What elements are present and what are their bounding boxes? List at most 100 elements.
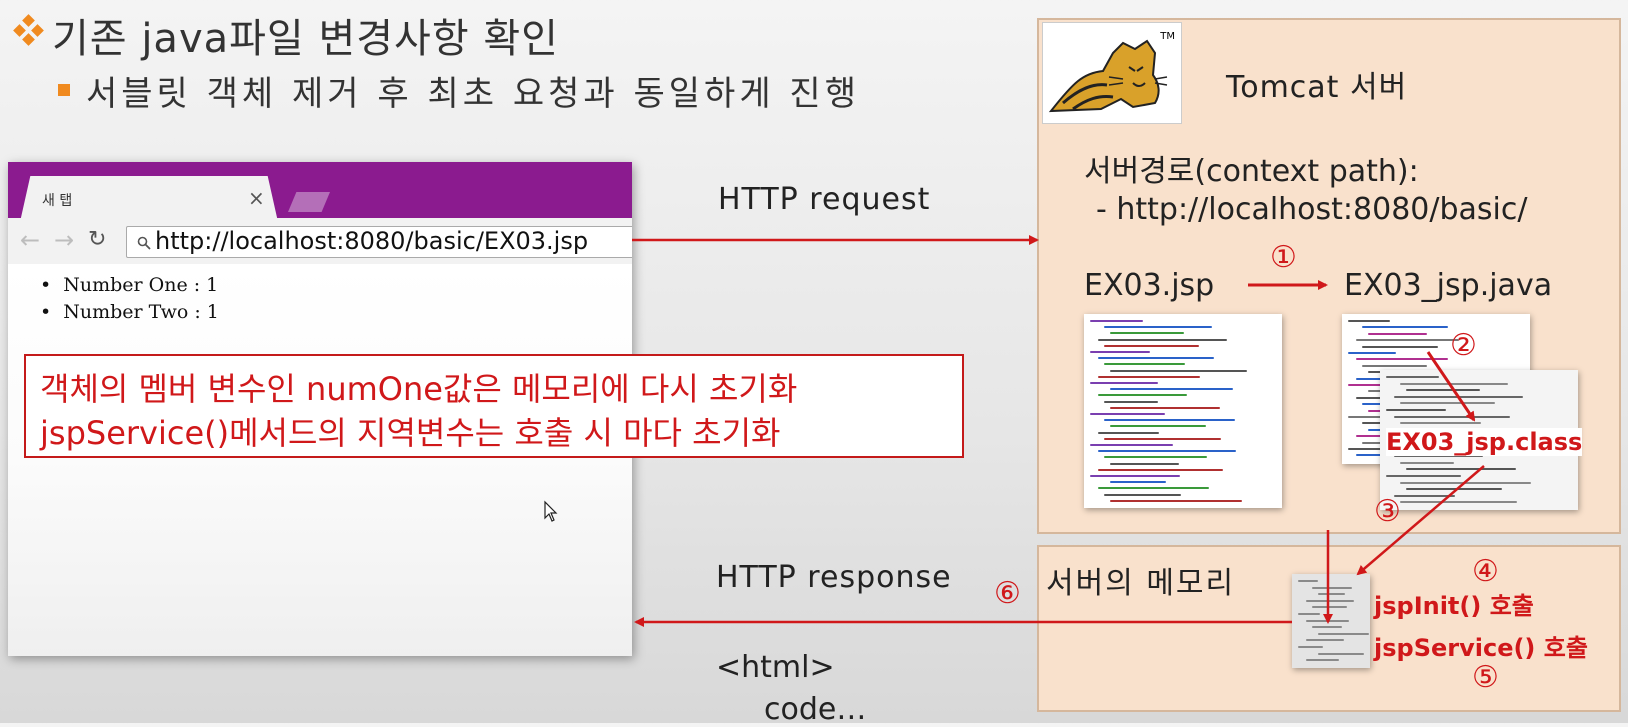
code-line bbox=[1318, 593, 1345, 596]
code-line bbox=[1110, 406, 1220, 409]
code-line bbox=[1348, 320, 1390, 322]
code-line bbox=[1318, 652, 1364, 655]
tab-label: 새 탭 bbox=[42, 193, 73, 209]
diamond-bullet-icon bbox=[13, 14, 44, 46]
code-line bbox=[1298, 580, 1318, 582]
code-line bbox=[1318, 632, 1369, 635]
code-line bbox=[1362, 326, 1448, 329]
code-line bbox=[1400, 402, 1495, 405]
square-bullet-icon bbox=[58, 84, 70, 96]
step-6: ⑥ bbox=[994, 576, 1021, 611]
code-line bbox=[1090, 413, 1165, 415]
code-line bbox=[1298, 613, 1320, 615]
page-title: 기존 java파일 변경사항 확인 bbox=[52, 16, 559, 62]
code-line bbox=[1394, 395, 1523, 398]
code-line bbox=[1110, 499, 1242, 502]
code-line bbox=[1098, 431, 1159, 434]
code-line bbox=[1400, 382, 1508, 385]
note-line-2: jspService()메서드의 지역변수는 호출 시 마다 초기화 bbox=[40, 414, 781, 452]
code-line bbox=[1098, 338, 1227, 341]
code-line bbox=[1356, 339, 1459, 342]
tomcat-server-label: Tomcat 서버 bbox=[1226, 70, 1408, 105]
code-line bbox=[1348, 352, 1396, 354]
forward-arrow-icon[interactable]: → bbox=[54, 226, 74, 254]
code-line bbox=[1312, 586, 1352, 589]
back-arrow-icon[interactable]: ← bbox=[20, 226, 40, 254]
code-line bbox=[1394, 415, 1510, 418]
code-line bbox=[1104, 437, 1221, 440]
code-line bbox=[1098, 394, 1187, 397]
code-line bbox=[1312, 626, 1342, 629]
mouse-cursor-icon bbox=[544, 500, 558, 522]
code-line bbox=[1104, 419, 1235, 422]
code-line bbox=[1090, 351, 1150, 353]
code-line bbox=[1306, 599, 1354, 602]
trademark-mark: TM bbox=[1160, 31, 1175, 42]
code-line bbox=[1090, 382, 1158, 384]
code-line bbox=[1098, 450, 1236, 453]
code-line bbox=[1394, 494, 1455, 497]
code-line bbox=[1104, 363, 1185, 366]
tab-close-icon[interactable]: × bbox=[248, 186, 265, 210]
jsp-file-label: EX03.jsp bbox=[1084, 268, 1215, 303]
step-2: ② bbox=[1450, 328, 1477, 363]
code-line bbox=[1098, 357, 1214, 360]
code-line bbox=[1104, 344, 1199, 347]
browser-toolbar: ← → ↻ http://localhost:8080/basic/EX03.j… bbox=[8, 218, 632, 265]
step-1: ① bbox=[1270, 240, 1297, 275]
code-line bbox=[1386, 409, 1446, 411]
response-code-line: code… bbox=[764, 692, 867, 727]
jspservice-call-label: jspService() 호출 bbox=[1374, 634, 1588, 662]
tomcat-cat-icon bbox=[1048, 39, 1168, 113]
http-response-label: HTTP response bbox=[716, 560, 952, 595]
code-line bbox=[1104, 456, 1207, 459]
code-line bbox=[1400, 481, 1531, 484]
response-html-line: <html> bbox=[716, 650, 835, 685]
code-line bbox=[1312, 606, 1347, 609]
code-line bbox=[1104, 493, 1181, 496]
code-line bbox=[1362, 364, 1427, 367]
code-line bbox=[1356, 358, 1448, 361]
context-path-label: 서버경로(context path): bbox=[1084, 154, 1419, 189]
code-line bbox=[1104, 400, 1158, 403]
code-line bbox=[1386, 376, 1439, 378]
reload-icon[interactable]: ↻ bbox=[88, 227, 106, 252]
page-subtitle: 서블릿 객체 제거 후 최초 요청과 동일하게 진행 bbox=[86, 74, 860, 114]
java-file-label: EX03_jsp.java bbox=[1344, 268, 1553, 303]
code-line bbox=[1400, 461, 1454, 464]
list-item: Number Two : 1 bbox=[40, 301, 219, 323]
note-box: 객체의 멤버 변수인 numOne값은 메모리에 다시 초기화 jspServi… bbox=[24, 354, 964, 458]
code-line bbox=[1400, 501, 1517, 504]
memory-instance-thumbnail bbox=[1292, 574, 1370, 668]
note-line-1: 객체의 멤버 변수인 numOne값은 메모리에 다시 초기화 bbox=[40, 370, 798, 408]
url-text: http://localhost:8080/basic/EX03.jsp bbox=[155, 227, 589, 255]
jspinit-call-label: jspInit() 호출 bbox=[1374, 592, 1534, 620]
code-line bbox=[1110, 462, 1179, 465]
code-line bbox=[1110, 481, 1166, 484]
code-line bbox=[1110, 425, 1206, 428]
code-line bbox=[1110, 369, 1247, 372]
code-line bbox=[1090, 320, 1143, 322]
code-line bbox=[1104, 326, 1212, 329]
context-path-value: - http://localhost:8080/basic/ bbox=[1096, 192, 1528, 227]
code-line bbox=[1406, 488, 1502, 491]
code-line bbox=[1110, 388, 1233, 391]
step-5: ⑤ bbox=[1472, 660, 1499, 695]
code-line bbox=[1090, 444, 1173, 446]
code-line bbox=[1098, 487, 1209, 490]
code-line bbox=[1386, 475, 1461, 477]
code-line bbox=[1306, 659, 1339, 662]
code-line bbox=[1306, 619, 1349, 622]
code-line bbox=[1406, 468, 1516, 471]
step-4: ④ bbox=[1472, 554, 1499, 589]
code-line bbox=[1400, 422, 1481, 425]
jsp-source-thumbnail bbox=[1084, 314, 1282, 508]
address-bar[interactable]: http://localhost:8080/basic/EX03.jsp bbox=[126, 226, 632, 258]
code-line bbox=[1368, 332, 1427, 335]
step-3: ③ bbox=[1374, 494, 1401, 529]
code-line bbox=[1362, 345, 1438, 348]
browser-content: Number One : 1 Number Two : 1 bbox=[8, 264, 632, 656]
search-icon bbox=[137, 236, 151, 250]
server-memory-label: 서버의 메모리 bbox=[1046, 566, 1236, 601]
http-request-label: HTTP request bbox=[718, 182, 931, 217]
